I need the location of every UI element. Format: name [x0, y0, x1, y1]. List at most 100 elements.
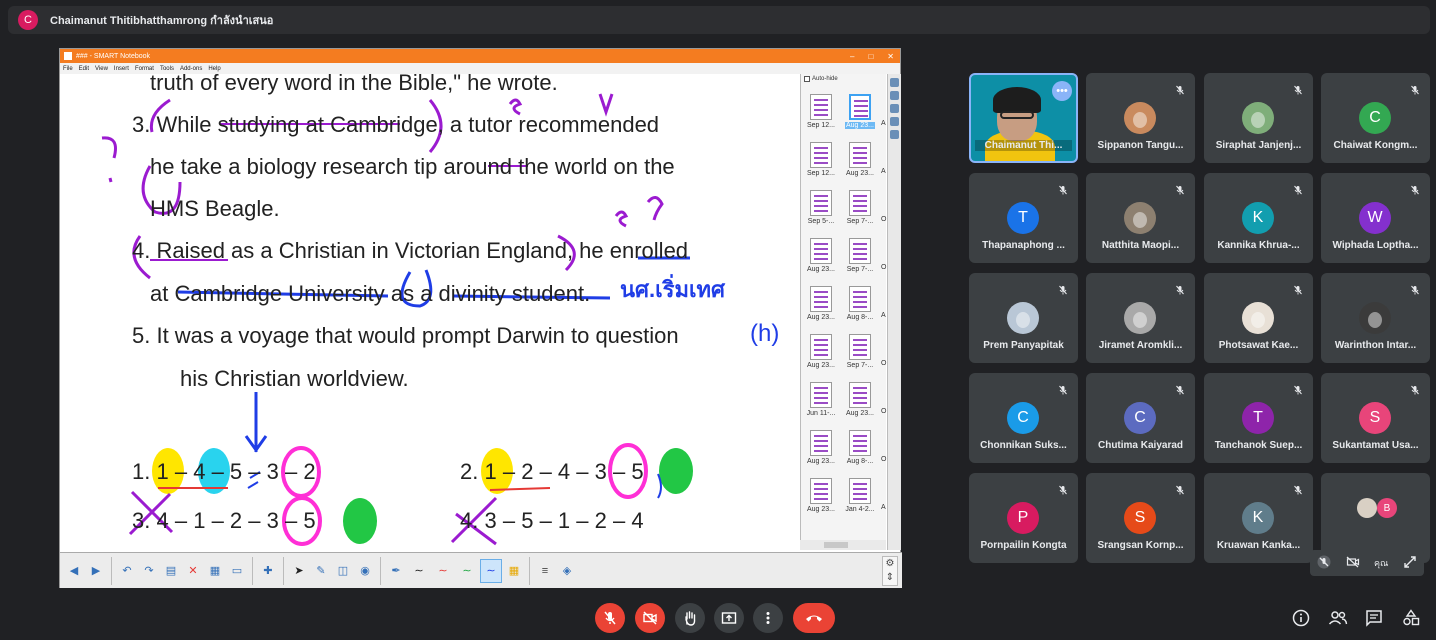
select-tool-icon[interactable]: ➤ [289, 559, 309, 583]
fill-effects-icon[interactable]: ◈ [557, 559, 577, 583]
participant-tile[interactable]: Warinthon Intar... [1321, 273, 1430, 363]
page-thumbnail[interactable]: Sep 12... [803, 138, 839, 186]
maximize-icon[interactable]: □ [868, 52, 873, 61]
eraser-icon[interactable]: ◫ [333, 559, 353, 583]
participant-tile[interactable]: C Chutima Kaiyarad [1086, 373, 1195, 463]
open-file-icon[interactable]: ▤ [161, 559, 181, 583]
more-options-icon[interactable]: ••• [1052, 81, 1072, 101]
leave-call-button[interactable] [793, 603, 835, 633]
participant-tile[interactable]: K Kannika Khrua-... [1204, 173, 1313, 263]
pen-type-icon[interactable]: ✒ [386, 559, 406, 583]
camera-off-icon[interactable] [1346, 555, 1360, 571]
raise-hand-button[interactable] [675, 603, 705, 633]
participant-tile[interactable]: Siraphat Janjenj... [1204, 73, 1313, 163]
activities-icon[interactable] [1401, 608, 1421, 628]
participant-tile[interactable]: W Wiphada Loptha... [1321, 173, 1430, 263]
menu-help[interactable]: Help [208, 66, 220, 72]
page-thumbnail[interactable]: Sep 7-... [842, 186, 878, 234]
delete-icon[interactable]: ✕ [183, 559, 203, 583]
page-sorter-icon[interactable] [890, 78, 899, 87]
participant-tile[interactable]: S Srangsan Kornp... [1086, 473, 1195, 563]
participant-tile[interactable]: C Chonnikan Suks... [969, 373, 1078, 463]
menu-edit[interactable]: Edit [79, 66, 89, 72]
move-toolbar-icon[interactable]: ⇕ [886, 572, 894, 583]
gear-icon[interactable]: ⚙ [886, 558, 895, 569]
autohide-toggle[interactable]: Auto-hide [801, 74, 886, 84]
redo-icon[interactable]: ↷ [139, 559, 159, 583]
properties-icon[interactable] [890, 117, 899, 126]
participant-name: Photsawat Kae... [1218, 340, 1299, 351]
participant-tile[interactable]: P Pornpailin Kongta [969, 473, 1078, 563]
menu-tools[interactable]: Tools [160, 66, 174, 72]
minimize-icon[interactable]: – [850, 52, 854, 61]
thumbnail-caption-partial: A [881, 504, 886, 511]
menu-file[interactable]: File [63, 66, 73, 72]
participant-tile[interactable]: K Kruawan Kanka... [1204, 473, 1313, 563]
page-thumbnail[interactable]: Aug 23... [842, 138, 878, 186]
camera-toggle-button[interactable] [635, 603, 665, 633]
add-page-icon[interactable]: ✚ [258, 559, 278, 583]
meeting-info-icon[interactable] [1291, 608, 1311, 628]
page-thumbnail[interactable]: Sep 7-... [842, 330, 878, 378]
slide-canvas[interactable]: truth of every word in the Bible," he wr… [60, 74, 795, 550]
page-thumbnail[interactable]: Jun 11-... [803, 378, 839, 426]
mic-muted-icon [1410, 82, 1420, 95]
mic-off-icon[interactable] [1317, 555, 1331, 571]
menu-view[interactable]: View [95, 66, 108, 72]
page-thumbnail[interactable]: Aug 8-... [842, 426, 878, 474]
page-thumbnail[interactable]: Aug 23... [842, 90, 878, 138]
participant-tile[interactable]: S Sukantamat Usa... [1321, 373, 1430, 463]
participant-tile-self[interactable]: ••• Chaimanut Thi... [969, 73, 1078, 163]
undo-icon[interactable]: ↶ [117, 559, 137, 583]
expand-icon[interactable] [1403, 555, 1417, 571]
participant-tile[interactable]: Natthita Maopi... [1086, 173, 1195, 263]
table-icon[interactable]: ▦ [205, 559, 225, 583]
attachments-icon[interactable] [890, 104, 899, 113]
participant-tile[interactable]: T Tanchanok Suep... [1204, 373, 1313, 463]
thumbnail-scrollbar[interactable] [800, 540, 886, 550]
menu-addons[interactable]: Add-ons [180, 66, 202, 72]
close-icon[interactable]: ✕ [887, 52, 894, 61]
prev-page-icon[interactable]: ◀ [64, 559, 84, 583]
page-thumbnail[interactable]: Jan 4-2... [842, 474, 878, 522]
next-page-icon[interactable]: ▶ [86, 559, 106, 583]
page-thumbnail[interactable]: Sep 7-... [842, 234, 878, 282]
more-options-button[interactable] [753, 603, 783, 633]
screen-shade-icon[interactable]: ▭ [227, 559, 247, 583]
page-thumbnail[interactable]: Aug 23... [842, 378, 878, 426]
page-thumbnail[interactable]: Aug 23... [803, 282, 839, 330]
menu-insert[interactable]: Insert [114, 66, 129, 72]
present-button[interactable] [714, 603, 744, 633]
pen-red-icon[interactable]: ∼ [432, 559, 454, 583]
pen-tool-icon[interactable]: ✎ [311, 559, 331, 583]
autohide-checkbox[interactable] [804, 76, 810, 82]
page-thumbnail[interactable]: Sep 5-... [803, 186, 839, 234]
fill-icon[interactable]: ◉ [355, 559, 375, 583]
page-thumbnail[interactable]: Aug 23... [803, 426, 839, 474]
pen-blue-icon[interactable]: ∼ [480, 558, 502, 583]
line-style-icon[interactable]: ≡ [535, 559, 555, 583]
toolbar-settings[interactable]: ⚙ ⇕ [882, 555, 898, 586]
scrollbar-thumb[interactable] [824, 542, 848, 548]
gallery-icon[interactable] [890, 91, 899, 100]
participant-tile[interactable]: Jiramet Aromkli... [1086, 273, 1195, 363]
page-thumbnail[interactable]: Aug 23... [803, 474, 839, 522]
page-thumbnail[interactable]: Sep 12... [803, 90, 839, 138]
mic-toggle-button[interactable] [595, 603, 625, 633]
page-thumbnail[interactable]: Aug 23... [803, 330, 839, 378]
chat-icon[interactable] [1364, 608, 1384, 628]
participant-tile[interactable]: C Chaiwat Kongm... [1321, 73, 1430, 163]
avatar-photo-face [1251, 112, 1265, 128]
people-icon[interactable] [1328, 608, 1348, 628]
pen-green-icon[interactable]: ∼ [456, 559, 478, 583]
page-thumbnail[interactable]: Aug 8-... [842, 282, 878, 330]
participant-tile[interactable]: Sippanon Tangu... [1086, 73, 1195, 163]
color-palette-icon[interactable]: ▦ [504, 559, 524, 583]
participant-tile[interactable]: T Thapanaphong ... [969, 173, 1078, 263]
pen-black-icon[interactable]: ∼ [408, 559, 430, 583]
menu-format[interactable]: Format [135, 66, 154, 72]
participant-tile[interactable]: Prem Panyapitak [969, 273, 1078, 363]
page-thumbnail[interactable]: Aug 23... [803, 234, 839, 282]
addons-icon[interactable] [890, 130, 899, 139]
participant-tile[interactable]: Photsawat Kae... [1204, 273, 1313, 363]
